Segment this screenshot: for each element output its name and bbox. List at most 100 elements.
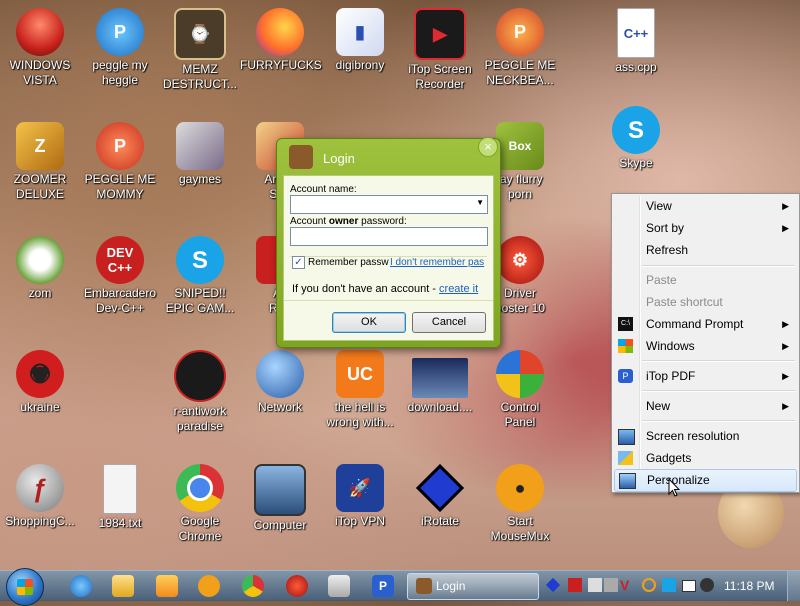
desktop-icon-peggle-my-heggle[interactable]: P peggle my heggle	[80, 8, 160, 88]
desktop-icon-peggle-me-mommy[interactable]: P PEGGLE ME MOMMY	[80, 122, 160, 202]
firefox-icon	[256, 8, 304, 56]
menu-item-refresh[interactable]: Refresh	[614, 240, 797, 261]
desktop-icon-zom[interactable]: zom	[0, 236, 80, 301]
menu-item-personalize[interactable]: Personalize	[614, 469, 797, 492]
search-icon[interactable]	[642, 578, 656, 592]
account-name-dropdown[interactable]: ▼	[290, 195, 488, 214]
winvista-icon	[16, 8, 64, 56]
icon-label: Embarcadero	[83, 286, 157, 300]
taskbar-clock[interactable]: 11:18 PM	[724, 579, 774, 593]
remember-checkbox[interactable]: ✓	[292, 256, 305, 269]
menu-item-command-prompt[interactable]: C:\ Command Prompt ▶	[614, 314, 797, 335]
desktop-icon-1984-txt[interactable]: 1984.txt	[80, 464, 160, 531]
games-folder-icon	[176, 122, 224, 170]
desktop-icon-google-chrome[interactable]: Google Chrome	[160, 464, 240, 544]
icon-label: digibrony	[335, 58, 385, 72]
desktop-icon-gaymes[interactable]: gaymes	[160, 122, 240, 187]
menu-item-label: New	[646, 399, 671, 413]
icon-label: VISTA	[23, 73, 57, 87]
mousemux-icon[interactable]	[198, 575, 220, 597]
tray-icon[interactable]	[568, 578, 582, 592]
desktop-icon-network[interactable]: Network	[240, 350, 320, 415]
control-panel-icon	[496, 350, 544, 398]
icon-label: Chrome	[178, 529, 222, 543]
menu-item-paste[interactable]: Paste	[614, 270, 797, 291]
desktop-icon-irotate[interactable]: iRotate	[400, 463, 480, 529]
password-label: Account owner password:	[290, 216, 407, 227]
desktop-icon-download-video[interactable]: download....	[400, 350, 480, 415]
driver-booster-icon[interactable]	[286, 575, 308, 597]
chevron-right-icon: ▶	[782, 223, 789, 233]
cmd-icon: C:\	[618, 317, 633, 331]
desktop-icon-r-antiwork[interactable]: r-antiwork paradise	[160, 350, 240, 434]
password-field[interactable]	[290, 227, 488, 246]
chrome-icon	[176, 464, 224, 512]
screen-tray-icon[interactable]	[682, 580, 696, 592]
tray-icon[interactable]	[604, 578, 618, 592]
menu-item-new[interactable]: New ▶	[614, 396, 797, 417]
menu-item-itop-pdf[interactable]: PiTop PDF ▶	[614, 366, 797, 387]
tray-icon[interactable]	[700, 578, 714, 592]
create-account-link[interactable]: create it	[439, 283, 478, 295]
skype-icon: S	[176, 236, 224, 284]
icon-label: PEGGLE ME	[84, 172, 156, 186]
desktop-icon-memz[interactable]: ⌚ MEMZ DESTRUCT...	[160, 8, 240, 92]
desktop-icon-digibrony[interactable]: ▮ digibrony	[320, 8, 400, 73]
desktop-icon-zoomer-deluxe[interactable]: Z ZOOMER DELUXE	[0, 122, 80, 202]
desktop-icon-shopping[interactable]: ƒ ShoppingC...	[0, 464, 80, 529]
icon-label: Skype	[619, 156, 653, 170]
start-button[interactable]	[6, 568, 44, 606]
desktop-icon-computer[interactable]: Computer	[240, 464, 320, 533]
menu-item-paste-shortcut[interactable]: Paste shortcut	[614, 292, 797, 313]
irotate-tray-icon[interactable]	[545, 577, 561, 593]
icon-label: Dev-C++	[95, 301, 145, 315]
taskbar-login-button[interactable]: Login	[407, 573, 539, 600]
desktop-icon-itop-screen-recorder[interactable]: ▶ iTop Screen Recorder	[400, 8, 480, 92]
desktop-icon-ass-cpp[interactable]: C++ ass.cpp	[596, 8, 676, 75]
chevron-right-icon: ▶	[782, 319, 789, 329]
tray-icon[interactable]	[662, 578, 676, 592]
cancel-button[interactable]: Cancel	[412, 312, 486, 333]
desktop-icon-windows-vista[interactable]: WINDOWS VISTA	[0, 8, 80, 88]
desktop-icon-ukraine[interactable]: ☢ ukraine	[0, 350, 80, 415]
desktop-icon-devcpp[interactable]: DEV C++ Embarcadero Dev-C++	[80, 236, 160, 316]
menu-item-label: View	[646, 199, 672, 213]
media-player-icon[interactable]	[156, 575, 178, 597]
menu-item-view[interactable]: View ▶	[614, 196, 797, 217]
file-explorer-icon[interactable]	[112, 575, 134, 597]
menu-item-screen-resolution[interactable]: Screen resolution	[614, 426, 797, 447]
desktop-icon-start-mousemux[interactable]: ● Start MouseMux	[480, 464, 560, 544]
desktop-icon-skype[interactable]: S Skype	[596, 106, 676, 171]
itop-pdf-icon[interactable]: P	[372, 575, 394, 597]
vivaldi-tray-icon[interactable]: V	[620, 578, 634, 592]
icon-label: ShoppingC...	[5, 514, 75, 528]
menu-item-gadgets[interactable]: Gadgets	[614, 448, 797, 469]
tray-icon[interactable]	[588, 578, 602, 592]
desktop-icon-itop-vpn[interactable]: 🚀 iTop VPN	[320, 464, 400, 529]
chrome-icon[interactable]	[242, 575, 264, 597]
login-titlebar[interactable]: Login ×	[277, 137, 500, 175]
cpp-file-icon: C++	[617, 8, 655, 58]
desktop-icon-sniped[interactable]: S SNIPED!! EPIC GAM...	[160, 236, 240, 316]
login-title: Login	[323, 151, 355, 166]
icon-label: Panel	[504, 415, 536, 429]
windows-logo-icon	[618, 339, 633, 353]
close-button[interactable]: ×	[478, 137, 498, 157]
desktop-icon-control-panel[interactable]: Control Panel	[480, 350, 560, 430]
icon-label: iTop VPN	[334, 514, 386, 528]
forgot-password-link[interactable]: I don't remember pas	[390, 257, 484, 268]
window-icon[interactable]	[328, 575, 350, 597]
icon-label: FURRYFUCKS	[240, 58, 322, 72]
icon-label: download....	[407, 400, 473, 414]
devcpp-icon: DEV C++	[96, 236, 144, 284]
mousemux-icon: ●	[496, 464, 544, 512]
internet-explorer-icon[interactable]	[70, 575, 92, 597]
menu-item-windows[interactable]: Windows ▶	[614, 336, 797, 357]
ok-button[interactable]: OK	[332, 312, 406, 333]
menu-item-sort-by[interactable]: Sort by ▶	[614, 218, 797, 239]
desktop-icon-peggle-neckbeard[interactable]: P PEGGLE ME NECKBEA...	[480, 8, 560, 88]
desktop-icon-firefox[interactable]: FURRYFUCKS	[240, 8, 322, 73]
show-desktop-button[interactable]	[787, 571, 800, 601]
text-file-icon	[103, 464, 137, 514]
desktop-icon-uc-browser[interactable]: UC the hell is wrong with...	[320, 350, 400, 430]
